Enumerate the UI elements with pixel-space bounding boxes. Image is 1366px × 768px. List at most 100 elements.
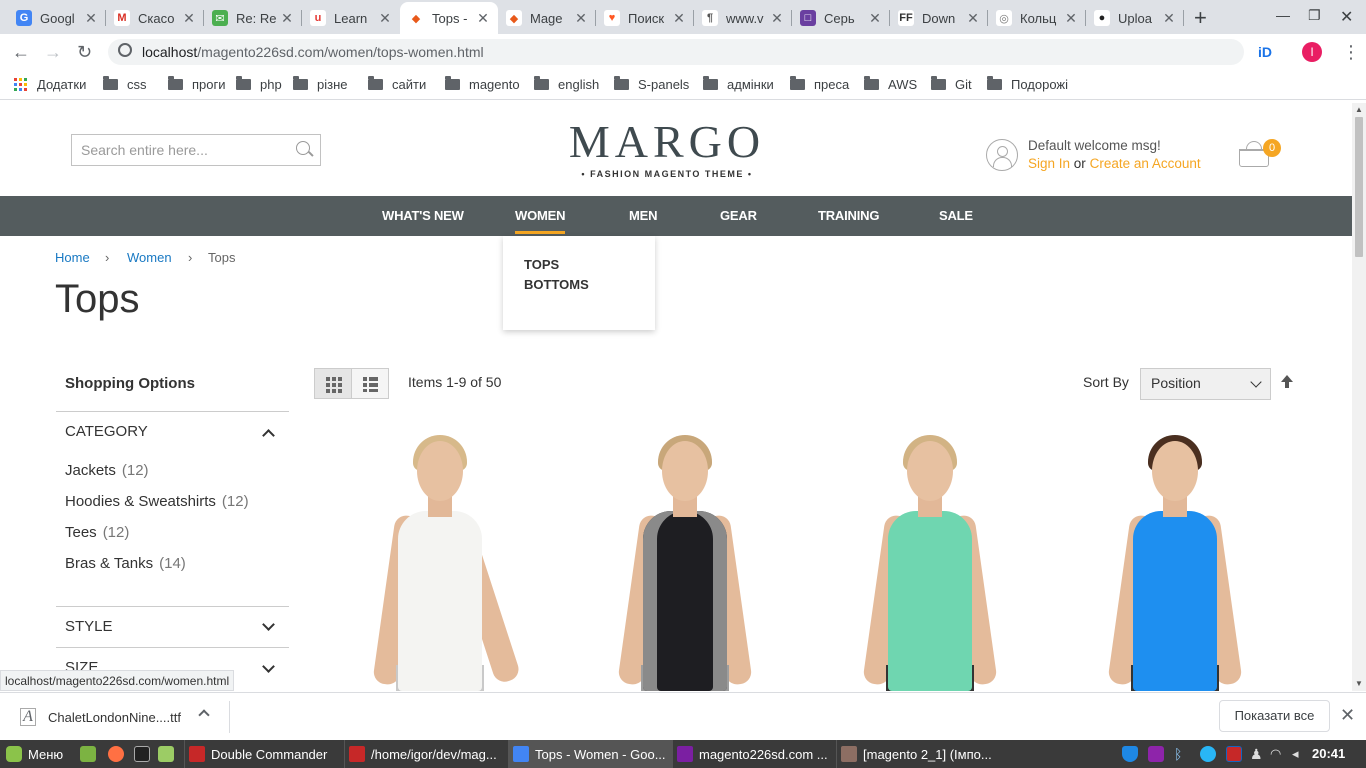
close-tab-icon[interactable]: ✕: [672, 10, 686, 27]
nav-training[interactable]: TRAINING: [818, 208, 879, 223]
info-icon[interactable]: [118, 43, 132, 57]
browser-tab[interactable]: ¶ www.v ✕: [694, 2, 792, 34]
close-tab-icon[interactable]: ✕: [476, 10, 490, 27]
skype-icon[interactable]: [1200, 746, 1216, 762]
grid-view-button[interactable]: [314, 368, 352, 399]
browser-tab[interactable]: ● Uploa ✕: [1086, 2, 1184, 34]
close-tab-icon[interactable]: ✕: [770, 10, 784, 27]
sign-in-link[interactable]: Sign In: [1028, 156, 1070, 171]
scroll-up-icon[interactable]: ▲: [1355, 105, 1363, 114]
sort-direction-arrow-icon[interactable]: [1281, 375, 1293, 388]
bookmark-item[interactable]: преса: [790, 76, 849, 92]
taskbar-window[interactable]: /home/igor/dev/mag...: [344, 740, 508, 768]
product-item[interactable]: [585, 433, 785, 691]
minimize-icon[interactable]: —: [1276, 7, 1290, 23]
category-item[interactable]: Jackets (12): [65, 462, 149, 479]
download-item[interactable]: A ChaletLondonNine....ttf: [20, 708, 181, 726]
nav-gear[interactable]: GEAR: [720, 208, 757, 223]
category-item[interactable]: Tees (12): [65, 524, 129, 541]
back-icon[interactable]: ←: [12, 42, 30, 63]
breadcrumb-women[interactable]: Women: [127, 250, 172, 265]
user-icon[interactable]: [986, 139, 1018, 171]
browser-tab[interactable]: ✉ Re: Re ✕: [204, 2, 302, 34]
close-tab-icon[interactable]: ✕: [280, 10, 294, 27]
page-scrollbar[interactable]: ▲ ▼: [1352, 103, 1366, 691]
nav-sale[interactable]: SALE: [939, 208, 973, 223]
close-tab-icon[interactable]: ✕: [868, 10, 882, 27]
firefox-icon[interactable]: [108, 746, 124, 762]
close-tab-icon[interactable]: ✕: [966, 10, 980, 27]
submenu-tops[interactable]: TOPS: [524, 257, 559, 272]
shield-icon[interactable]: [1122, 746, 1138, 762]
taskbar-window[interactable]: [magento 2_1] (Імпо...: [836, 740, 996, 768]
list-view-button[interactable]: [351, 368, 389, 399]
chevron-up-icon[interactable]: [262, 429, 275, 442]
browser-tab[interactable]: G Googl ✕: [8, 2, 106, 34]
show-all-downloads-button[interactable]: Показати все: [1219, 700, 1330, 732]
taskbar-window[interactable]: Double Commander: [184, 740, 344, 768]
nav-men[interactable]: MEN: [629, 208, 657, 223]
taskbar-window[interactable]: magento226sd.com ...: [672, 740, 836, 768]
chevron-down-icon[interactable]: [262, 618, 275, 631]
restore-icon[interactable]: ❐: [1308, 7, 1321, 24]
address-bar[interactable]: localhost/magento226sd.com/women/tops-wo…: [108, 39, 1244, 65]
bookmark-item[interactable]: AWS: [864, 76, 917, 92]
search-input[interactable]: Search entire here...: [71, 134, 321, 166]
scroll-down-icon[interactable]: ▼: [1355, 679, 1363, 688]
chevron-down-icon[interactable]: [262, 660, 275, 673]
browser-tab[interactable]: M Скасо ✕: [106, 2, 204, 34]
product-item[interactable]: [340, 433, 540, 691]
extension-icon[interactable]: iD: [1258, 44, 1272, 60]
bookmark-item[interactable]: magento: [445, 76, 520, 92]
product-image[interactable]: [1075, 433, 1275, 691]
desktop-icon[interactable]: [80, 746, 96, 762]
bookmark-item[interactable]: php: [236, 76, 282, 92]
browser-tab[interactable]: FF Down ✕: [890, 2, 988, 34]
chevron-up-icon[interactable]: [198, 709, 210, 721]
start-menu-button[interactable]: Меню: [6, 740, 63, 768]
bookmark-item[interactable]: Подорожі: [987, 76, 1068, 92]
taskbar-window[interactable]: Tops - Women - Goo...: [508, 740, 672, 768]
url-text[interactable]: localhost/magento226sd.com/women/tops-wo…: [142, 44, 484, 60]
app-tray-icon[interactable]: [1148, 746, 1164, 762]
create-account-link[interactable]: Create an Account: [1090, 156, 1201, 171]
volume-icon[interactable]: ◂: [1292, 746, 1308, 762]
browser-tab[interactable]: ◆ Tops - ✕: [400, 2, 498, 34]
bookmark-item[interactable]: сайти: [368, 76, 426, 92]
close-tab-icon[interactable]: ✕: [182, 10, 196, 27]
files-icon[interactable]: [158, 746, 174, 762]
close-window-icon[interactable]: ✕: [1340, 7, 1353, 27]
close-tab-icon[interactable]: ✕: [1064, 10, 1078, 27]
bookmark-item[interactable]: Додатки: [14, 77, 86, 92]
close-icon[interactable]: ✕: [1340, 705, 1355, 726]
bookmark-item[interactable]: english: [534, 76, 599, 92]
menu-dots-icon[interactable]: ⋮: [1342, 42, 1360, 63]
search-icon[interactable]: [296, 141, 310, 155]
browser-tab[interactable]: u Learn ✕: [302, 2, 400, 34]
keyboard-layout-flag-icon[interactable]: [1226, 746, 1242, 762]
forward-icon[interactable]: →: [44, 42, 62, 63]
bluetooth-icon[interactable]: ᛒ: [1174, 746, 1190, 762]
filter-style-title[interactable]: STYLE: [65, 618, 113, 635]
product-item[interactable]: [830, 433, 1030, 691]
nav-whats-new[interactable]: WHAT'S NEW: [382, 208, 464, 223]
bookmark-item[interactable]: S-panels: [614, 76, 689, 92]
close-tab-icon[interactable]: ✕: [84, 10, 98, 27]
close-tab-icon[interactable]: ✕: [574, 10, 588, 27]
bookmark-item[interactable]: css: [103, 76, 147, 92]
close-tab-icon[interactable]: ✕: [1162, 10, 1176, 27]
bookmark-item[interactable]: адмінки: [703, 76, 774, 92]
wifi-icon[interactable]: ◠: [1270, 746, 1286, 762]
category-item[interactable]: Hoodies & Sweatshirts (12): [65, 493, 249, 510]
product-item[interactable]: [1075, 433, 1275, 691]
filter-category-title[interactable]: CATEGORY: [65, 423, 148, 440]
terminal-icon[interactable]: [134, 746, 150, 762]
user-tray-icon[interactable]: ♟: [1250, 746, 1266, 762]
store-logo[interactable]: MARGO • FASHION MAGENTO THEME •: [560, 117, 774, 180]
scrollbar-thumb[interactable]: [1355, 117, 1363, 257]
category-item[interactable]: Bras & Tanks (14): [65, 555, 186, 572]
bookmark-item[interactable]: різне: [293, 76, 348, 92]
submenu-bottoms[interactable]: BOTTOMS: [524, 277, 589, 292]
browser-tab[interactable]: ◆ Mage ✕: [498, 2, 596, 34]
breadcrumb-home[interactable]: Home: [55, 250, 90, 265]
